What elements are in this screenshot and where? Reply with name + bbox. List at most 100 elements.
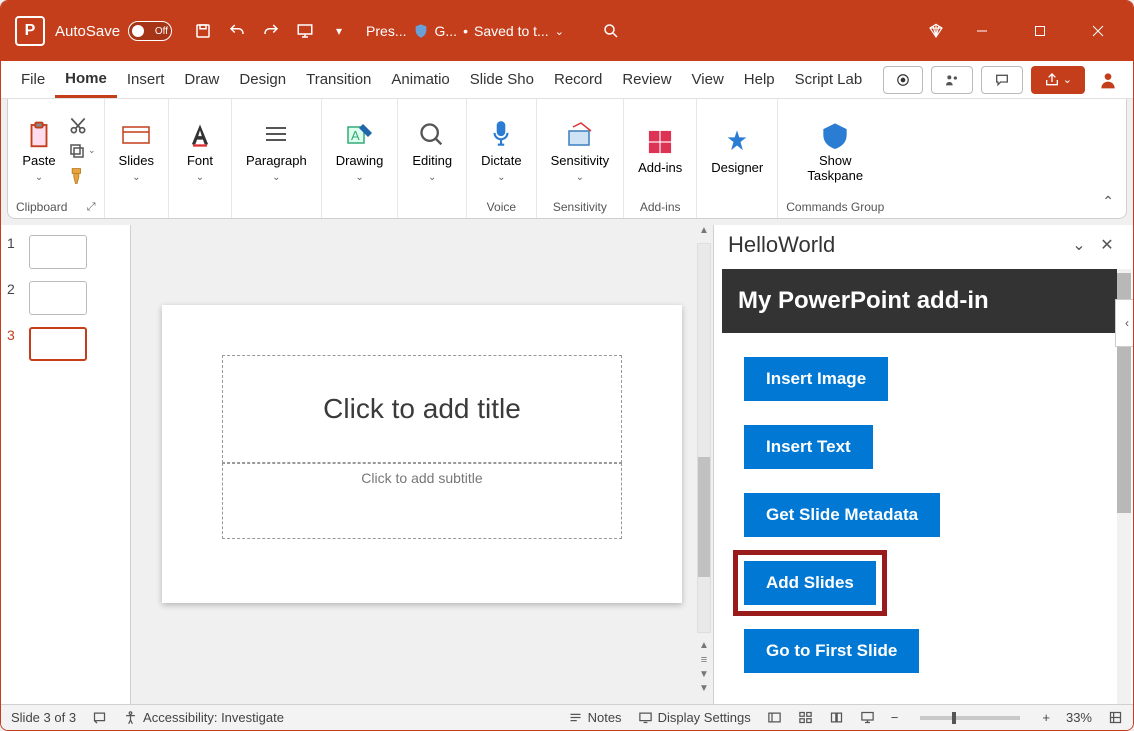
ribbon: Paste⌄ ⌄ Clipboard ⤢ Slides⌄ Font⌄ bbox=[7, 99, 1127, 219]
cut-icon[interactable] bbox=[68, 116, 88, 136]
normal-view-icon[interactable] bbox=[767, 710, 782, 725]
account-icon[interactable] bbox=[1093, 70, 1123, 90]
insert-text-button[interactable]: Insert Text bbox=[744, 425, 873, 469]
document-info: Pres... G... • Saved to t... ⌄ bbox=[366, 23, 564, 39]
copy-icon[interactable]: ⌄ bbox=[68, 142, 96, 160]
powerpoint-app-icon: P bbox=[15, 16, 45, 46]
tab-file[interactable]: File bbox=[11, 61, 55, 98]
display-settings-button[interactable]: Display Settings bbox=[638, 710, 751, 725]
teams-qat-button[interactable] bbox=[931, 66, 973, 94]
tab-view[interactable]: View bbox=[682, 61, 734, 98]
save-state-chevron-icon[interactable]: ⌄ bbox=[555, 25, 564, 38]
drawing-button[interactable]: A Drawing⌄ bbox=[330, 114, 390, 188]
paste-icon bbox=[22, 118, 56, 152]
accessibility-button[interactable]: Accessibility: Investigate bbox=[123, 710, 284, 725]
tab-design[interactable]: Design bbox=[229, 61, 296, 98]
sorter-view-icon[interactable] bbox=[798, 710, 813, 725]
thumb-2[interactable]: 2 bbox=[7, 281, 122, 315]
tab-insert[interactable]: Insert bbox=[117, 61, 175, 98]
tab-review[interactable]: Review bbox=[612, 61, 681, 98]
clipboard-group-label: Clipboard bbox=[16, 198, 67, 216]
current-slide[interactable]: Click to add title Click to add subtitle bbox=[162, 305, 682, 603]
slideshow-view-icon[interactable] bbox=[860, 710, 875, 725]
group-designer: Designer bbox=[697, 99, 778, 218]
dictate-button[interactable]: Dictate⌄ bbox=[475, 114, 527, 188]
commands-group-label: Commands Group bbox=[786, 198, 884, 216]
clipboard-dialog-launcher-icon[interactable]: ⤢ bbox=[87, 201, 96, 214]
paragraph-button[interactable]: Paragraph⌄ bbox=[240, 114, 313, 188]
microphone-icon bbox=[484, 118, 518, 152]
status-bar: Slide 3 of 3 Accessibility: Investigate … bbox=[1, 704, 1133, 730]
close-button[interactable] bbox=[1069, 12, 1127, 50]
fit-to-window-icon[interactable] bbox=[1108, 710, 1123, 725]
thumb-1[interactable]: 1 bbox=[7, 235, 122, 269]
autosave-toggle[interactable]: AutoSave Off bbox=[55, 21, 172, 41]
ribbon-collapse-icon[interactable]: ⌃ bbox=[1102, 193, 1114, 210]
tab-scriptlab[interactable]: Script Lab bbox=[785, 61, 873, 98]
zoom-slider[interactable] bbox=[920, 716, 1020, 720]
tab-animations[interactable]: Animatio bbox=[381, 61, 459, 98]
minimize-button[interactable] bbox=[953, 12, 1011, 50]
doc-name[interactable]: Pres... bbox=[366, 23, 406, 39]
group-addins: Add-ins Add-ins bbox=[624, 99, 697, 218]
diamond-icon[interactable] bbox=[919, 14, 953, 48]
group-paragraph: Paragraph⌄ bbox=[232, 99, 322, 218]
tab-draw[interactable]: Draw bbox=[174, 61, 229, 98]
subtitle-placeholder[interactable]: Click to add subtitle bbox=[222, 463, 622, 539]
paste-button[interactable]: Paste⌄ bbox=[16, 114, 62, 188]
search-icon[interactable] bbox=[594, 14, 628, 48]
language-icon[interactable] bbox=[92, 710, 107, 725]
save-state-dot: • bbox=[463, 23, 468, 39]
tab-slideshow[interactable]: Slide Sho bbox=[460, 61, 544, 98]
share-button[interactable]: ⌄ bbox=[1031, 66, 1085, 94]
editing-button[interactable]: Editing⌄ bbox=[406, 114, 458, 188]
slide-editor: Click to add title Click to add subtitle… bbox=[131, 225, 713, 704]
slides-button[interactable]: Slides⌄ bbox=[113, 114, 160, 188]
maximize-button[interactable] bbox=[1011, 12, 1069, 50]
title-placeholder[interactable]: Click to add title bbox=[222, 355, 622, 463]
tab-record[interactable]: Record bbox=[544, 61, 612, 98]
zoom-in-button[interactable]: + bbox=[1042, 710, 1050, 725]
show-taskpane-button[interactable]: Show Taskpane bbox=[794, 114, 876, 188]
show-taskpane-icon bbox=[818, 118, 852, 152]
get-slide-metadata-button[interactable]: Get Slide Metadata bbox=[744, 493, 940, 537]
thumb-3[interactable]: 3 bbox=[7, 327, 122, 361]
taskpane-close-icon[interactable]: ✕ bbox=[1093, 231, 1121, 259]
zoom-level[interactable]: 33% bbox=[1066, 710, 1092, 725]
group-sensitivity: Sensitivity⌄ Sensitivity bbox=[537, 99, 625, 218]
redo-icon[interactable] bbox=[254, 14, 288, 48]
tab-help[interactable]: Help bbox=[734, 61, 785, 98]
taskpane-expand-icon[interactable]: ‹ bbox=[1115, 299, 1134, 347]
editor-scrollbar[interactable]: ▲ ▲ ≡ ▼ ▼ bbox=[695, 225, 713, 704]
group-clipboard: Paste⌄ ⌄ Clipboard ⤢ bbox=[8, 99, 105, 218]
taskpane-body: ‹ My PowerPoint add-in Insert Image Inse… bbox=[714, 269, 1133, 704]
add-slides-button[interactable]: Add Slides bbox=[744, 561, 876, 605]
sensitivity-button[interactable]: Sensitivity⌄ bbox=[545, 114, 616, 188]
font-button[interactable]: Font⌄ bbox=[177, 114, 223, 188]
tab-transitions[interactable]: Transition bbox=[296, 61, 381, 98]
taskpane: HelloWorld ⌄ ✕ ‹ My PowerPoint add-in In… bbox=[713, 225, 1133, 704]
present-icon[interactable] bbox=[288, 14, 322, 48]
record-qat-button[interactable] bbox=[883, 66, 923, 94]
addins-button[interactable]: Add-ins bbox=[632, 121, 688, 180]
save-state[interactable]: Saved to t... bbox=[474, 23, 549, 39]
notes-button[interactable]: Notes bbox=[568, 710, 622, 725]
designer-button[interactable]: Designer bbox=[705, 121, 769, 180]
slide-counter[interactable]: Slide 3 of 3 bbox=[11, 710, 76, 725]
undo-icon[interactable] bbox=[220, 14, 254, 48]
tab-home[interactable]: Home bbox=[55, 61, 117, 98]
qat-overflow-icon[interactable]: ▾ bbox=[322, 14, 356, 48]
comments-qat-button[interactable] bbox=[981, 66, 1023, 94]
group-editing: Editing⌄ bbox=[398, 99, 467, 218]
taskpane-chevron-down-icon[interactable]: ⌄ bbox=[1065, 231, 1093, 259]
reading-view-icon[interactable] bbox=[829, 710, 844, 725]
format-painter-icon[interactable] bbox=[68, 166, 88, 186]
save-icon[interactable] bbox=[186, 14, 220, 48]
insert-image-button[interactable]: Insert Image bbox=[744, 357, 888, 401]
goto-first-slide-button[interactable]: Go to First Slide bbox=[744, 629, 919, 673]
autosave-switch[interactable]: Off bbox=[128, 21, 172, 41]
app-window: P AutoSave Off ▾ Pres... G... • Saved to… bbox=[0, 0, 1134, 731]
new-slide-icon bbox=[119, 118, 153, 152]
paragraph-icon bbox=[259, 118, 293, 152]
zoom-out-button[interactable]: − bbox=[891, 710, 899, 725]
